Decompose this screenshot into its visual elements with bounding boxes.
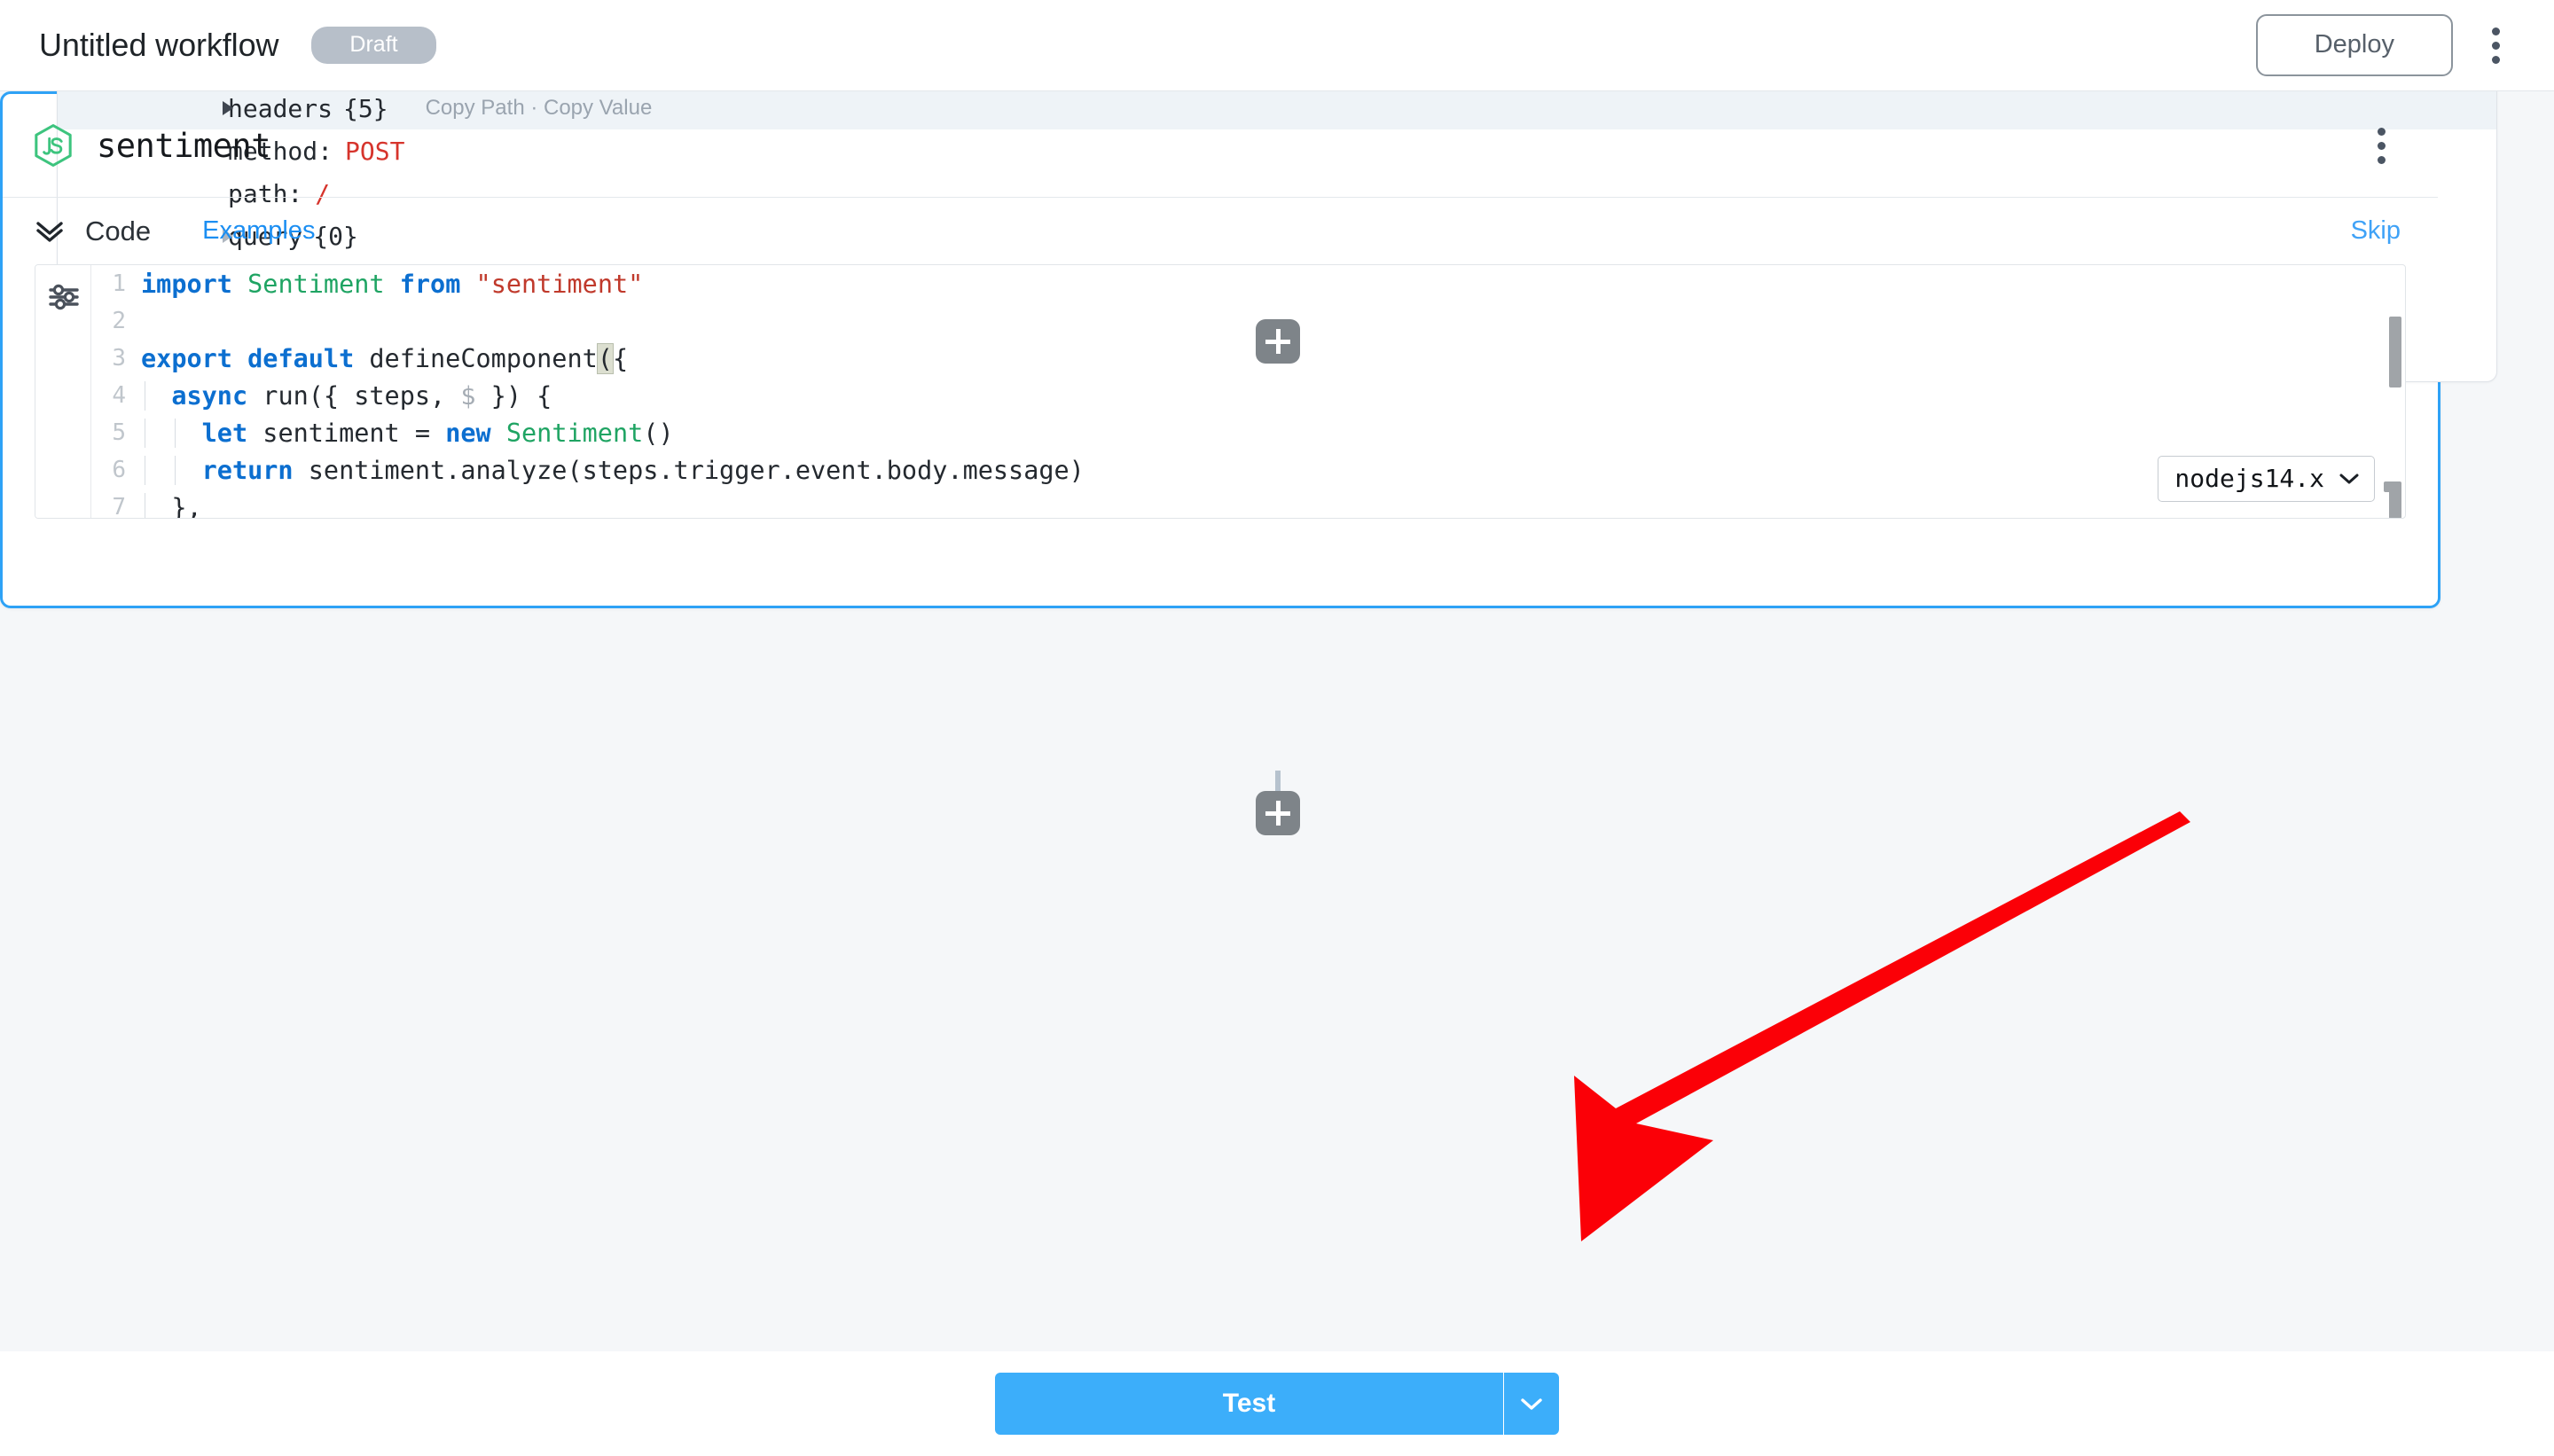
skip-link[interactable]: Skip (2351, 216, 2401, 246)
app-header: Untitled workflow Draft Deploy (0, 0, 2554, 91)
step-header: sentiment (3, 94, 2438, 198)
line-content: export default defineComponent({ (141, 344, 628, 373)
add-step-button-upper[interactable] (1256, 319, 1300, 364)
line-number: 7 (91, 494, 141, 519)
step-kebab-menu-icon[interactable] (2360, 121, 2402, 170)
kebab-dot (2492, 56, 2500, 64)
code-editor[interactable]: 1 import Sentiment from "sentiment" 2 3 … (35, 264, 2406, 519)
code-line: 3 export default defineComponent({ (91, 340, 2405, 377)
line-content: }, (141, 493, 202, 520)
double-chevron-down-icon[interactable] (33, 215, 67, 247)
chevron-down-icon (2339, 472, 2360, 486)
nodejs-js-hexagon-icon (33, 123, 74, 168)
kebab-dot (2492, 27, 2500, 35)
code-lines[interactable]: 1 import Sentiment from "sentiment" 2 3 … (91, 265, 2405, 518)
code-section-toolbar: Code Examples Skip (3, 198, 2438, 264)
line-content: return sentiment.analyze(steps.trigger.e… (141, 456, 1085, 485)
runtime-select[interactable]: nodejs14.x (2158, 456, 2375, 502)
code-section-label: Code (85, 215, 151, 247)
deploy-button[interactable]: Deploy (2256, 14, 2453, 76)
line-number: 6 (91, 457, 141, 483)
code-line: 5 let sentiment = new Sentiment() (91, 414, 2405, 451)
kebab-dot (2378, 128, 2386, 136)
kebab-dot (2378, 142, 2386, 150)
sliders-settings-icon[interactable] (48, 281, 80, 313)
sentiment-step-card: sentiment Code Examples Skip (0, 91, 2440, 608)
line-number: 5 (91, 419, 141, 446)
line-number: 1 (91, 270, 141, 297)
kebab-dot (2378, 156, 2386, 164)
add-step-button-lower[interactable] (1256, 791, 1300, 835)
code-line: 6 return sentiment.analyze(steps.trigger… (91, 451, 2405, 489)
examples-link[interactable]: Examples (202, 216, 315, 246)
line-number: 3 (91, 345, 141, 372)
workflow-title: Untitled workflow (39, 27, 278, 64)
line-content: let sentiment = new Sentiment() (141, 419, 674, 448)
editor-vertical-scrollbar-thumb[interactable] (2389, 317, 2401, 387)
status-badge: Draft (311, 27, 435, 64)
editor-horizontal-scrollbar-thumb[interactable] (2384, 481, 2401, 492)
workflow-canvas: headers {5} Copy Path · Copy Value metho… (0, 91, 2554, 1456)
runtime-selected-value: nodejs14.x (2174, 464, 2324, 493)
line-content: async run({ steps, $ }) { (141, 381, 552, 411)
code-line: 7 }, (91, 489, 2405, 519)
editor-gutter (35, 265, 91, 518)
code-line: 1 import Sentiment from "sentiment" (91, 265, 2405, 302)
step-name-label: sentiment (97, 127, 270, 165)
header-kebab-menu-icon[interactable] (2471, 17, 2520, 74)
line-content: import Sentiment from "sentiment" (141, 270, 643, 299)
code-line: 2 (91, 302, 2405, 340)
line-number: 4 (91, 382, 141, 409)
kebab-dot (2492, 42, 2500, 50)
code-line: 4 async run({ steps, $ }) { (91, 377, 2405, 414)
line-number: 2 (91, 308, 141, 334)
